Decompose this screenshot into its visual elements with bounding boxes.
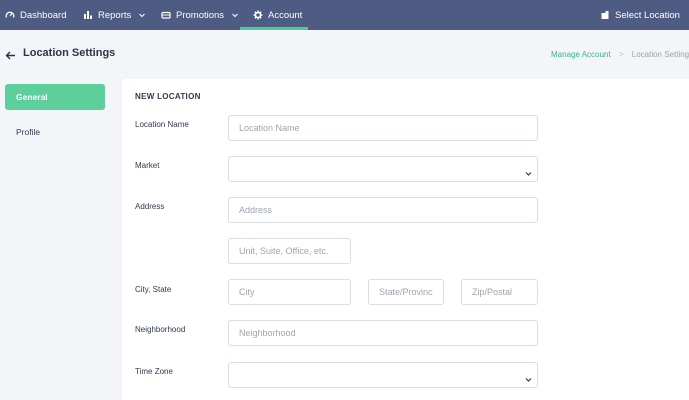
nav-reports[interactable]: Reports [83,0,146,30]
nav-account[interactable]: Account [240,0,308,30]
section-title: NEW LOCATION [135,92,201,101]
nav-reports-label: Reports [98,9,132,21]
nav-account-label: Account [268,9,303,21]
chevron-down-icon [231,11,239,19]
location-name-label: Location Name [135,120,189,129]
market-label: Market [135,161,160,170]
breadcrumb: Manage Account > Location Settings [551,50,689,59]
time-zone-label: Time Zone [135,367,173,376]
city-input[interactable] [228,279,351,305]
sidebar-item-label: General [16,92,48,102]
building-icon [600,10,610,20]
sidebar-item-label: Profile [16,127,41,137]
select-location-label: Select Location [615,9,680,21]
page-title: Location Settings [23,47,116,59]
sidebar-item-general[interactable]: General [5,84,105,110]
location-name-input[interactable] [228,115,538,141]
arrow-left-icon[interactable] [5,48,16,60]
active-tab-indicator [240,27,308,30]
bar-chart-icon [83,10,93,20]
gauge-icon [5,10,15,20]
breadcrumb-separator: > [618,50,624,59]
top-nav: Dashboard Reports Promotions Account Sel… [0,0,689,30]
neighborhood-label: Neighborhood [135,325,186,334]
address-label: Address [135,202,165,211]
market-select[interactable] [228,156,538,182]
nav-dashboard-label: Dashboard [20,9,67,21]
address-line2-input[interactable] [228,238,351,264]
gear-icon [253,10,263,20]
select-location-button[interactable]: Select Location [600,0,680,30]
breadcrumb-current: Location Settings [631,50,689,59]
city-state-label: City, State [135,285,172,294]
nav-dashboard[interactable]: Dashboard [5,0,66,30]
nav-promotions-label: Promotions [176,9,225,21]
time-zone-select[interactable] [228,362,538,388]
zip-input[interactable] [461,279,538,305]
address-input[interactable] [228,197,538,223]
chevron-down-icon [138,11,146,19]
neighborhood-input[interactable] [228,320,538,346]
chevron-down-icon [524,165,533,176]
breadcrumb-manage-account[interactable]: Manage Account [551,50,611,59]
sidebar-item-profile[interactable]: Profile [16,127,40,137]
nav-promotions[interactable]: Promotions [161,0,239,30]
chevron-down-icon [524,371,533,382]
state-input[interactable] [368,279,444,305]
ticket-icon [161,10,171,20]
